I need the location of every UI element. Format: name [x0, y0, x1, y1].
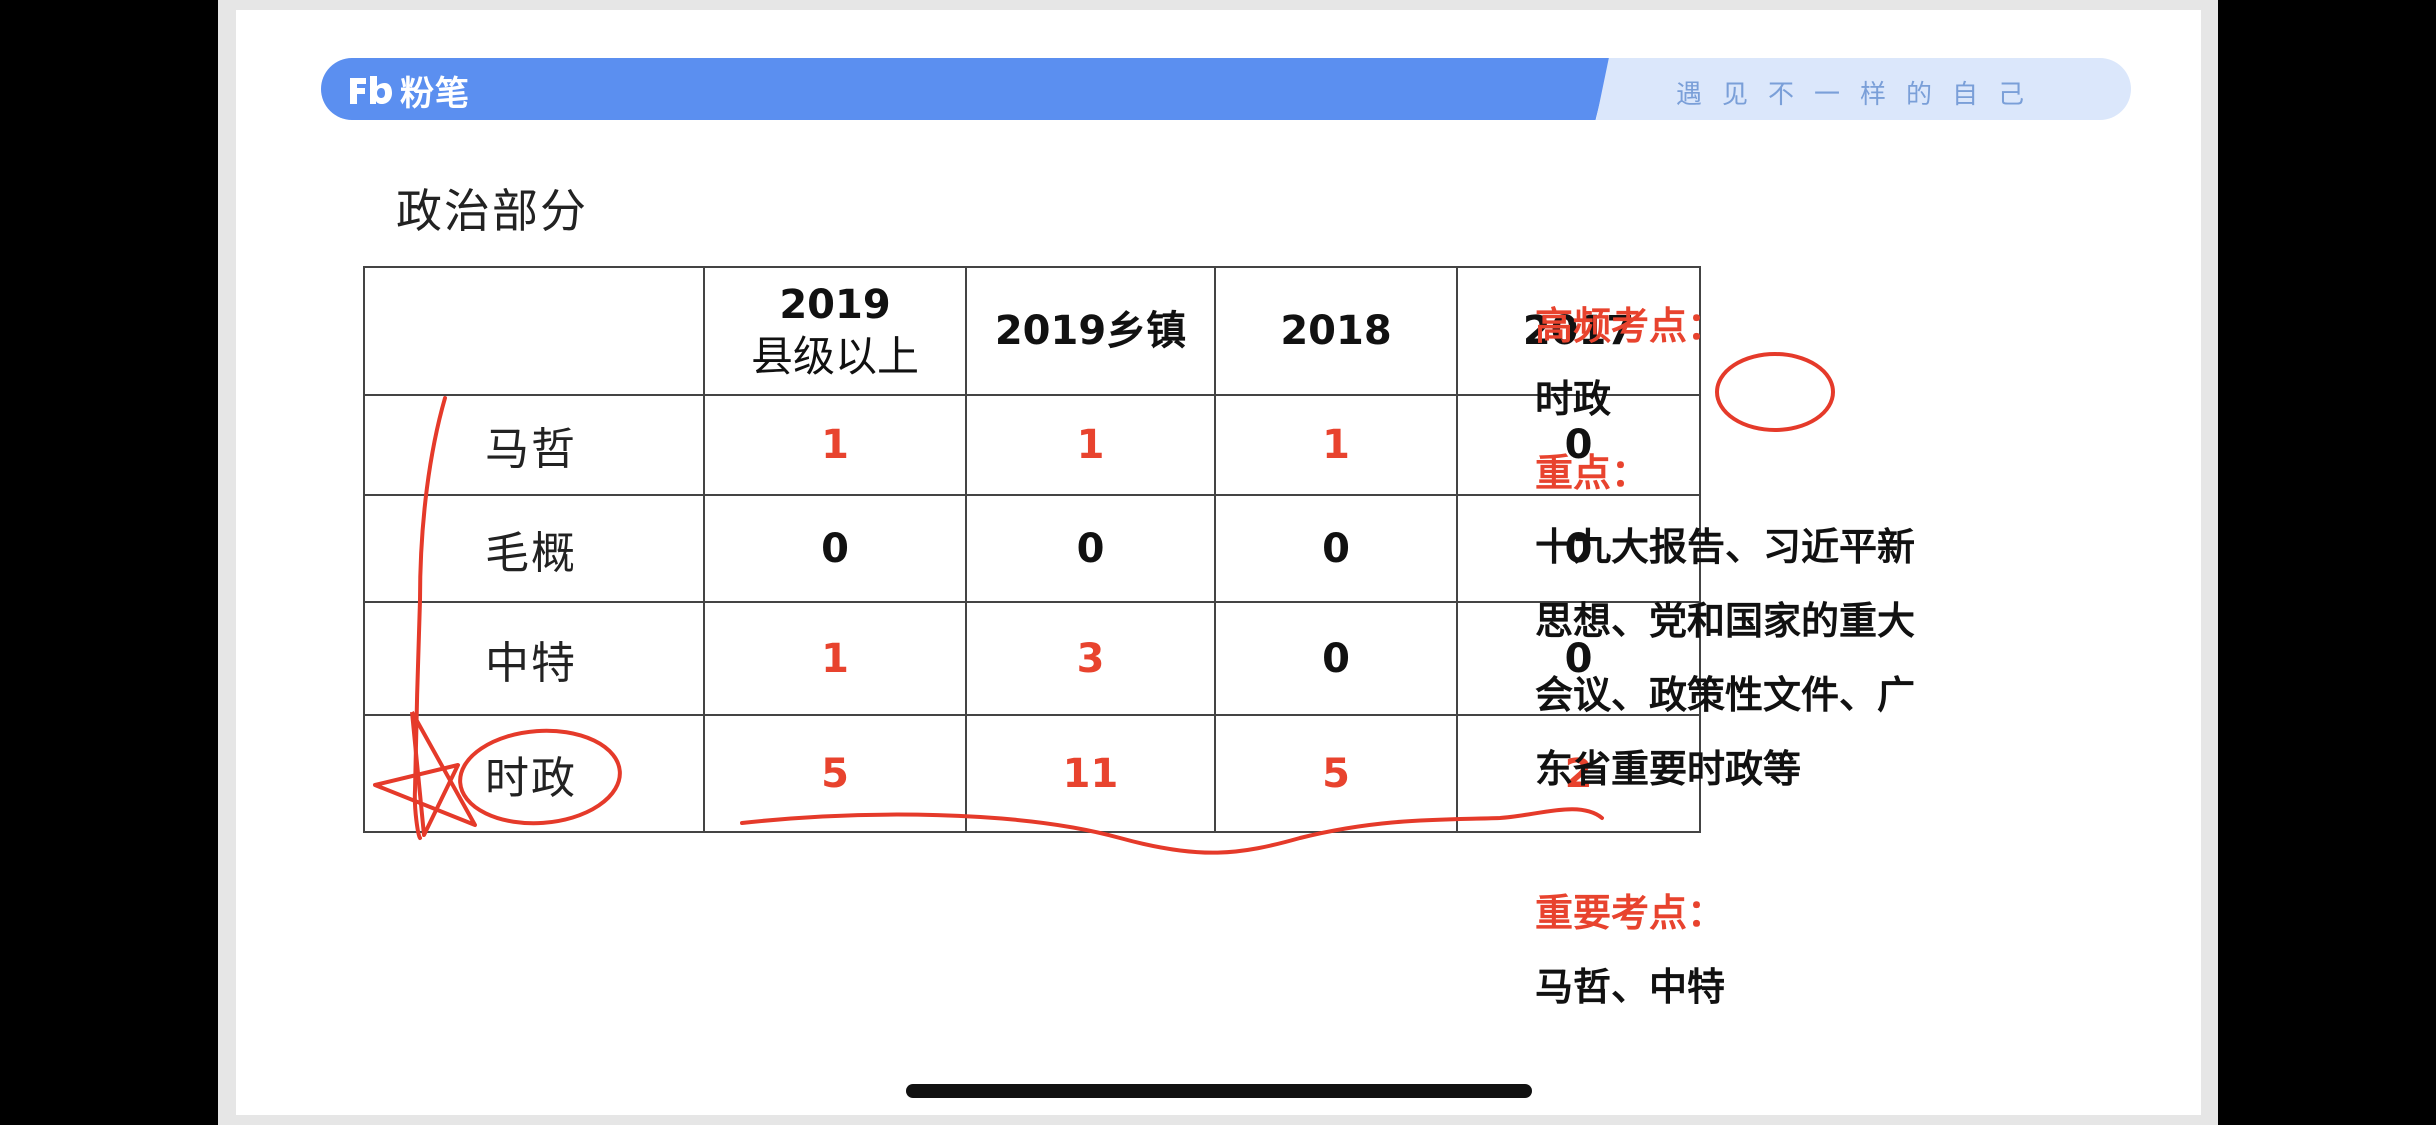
- table-row: 毛概 0 0 0 0: [363, 494, 1701, 603]
- table-row: 马哲 1 1 1 0: [363, 394, 1701, 496]
- score-table: 2019 县级以上 2019乡镇 2018 2017 马哲 1 1 1 0 毛概…: [363, 266, 1701, 833]
- header-corner-cell: [363, 266, 705, 396]
- table-row: 中特 1 3 0 0: [363, 601, 1701, 716]
- row-label: 时政: [363, 714, 705, 833]
- header-sub: 县级以上: [750, 332, 919, 381]
- key-points-line: 东省重要时政等: [1535, 747, 1802, 791]
- high-frequency-title: 高频考点：: [1535, 304, 1726, 348]
- table-cell: 0: [703, 494, 967, 603]
- important-points-body: 马哲、中特: [1535, 965, 1726, 1009]
- header-year: 2019: [779, 282, 891, 328]
- table-cell: 1: [1214, 394, 1458, 496]
- table-row: 时政 5 11 5 2: [363, 714, 1701, 833]
- table-cell: 0: [1214, 601, 1458, 716]
- header-2019-township: 2019乡镇: [965, 266, 1216, 396]
- row-label: 中特: [363, 601, 705, 716]
- table-cell: 3: [965, 601, 1216, 716]
- table-cell: 0: [1214, 494, 1458, 603]
- key-points-line: 思想、党和国家的重大: [1535, 599, 1916, 643]
- table-cell: 0: [965, 494, 1216, 603]
- logo-text: 粉笔: [400, 73, 470, 114]
- table-cell: 1: [703, 601, 967, 716]
- table-cell: 11: [965, 714, 1216, 833]
- slogan-text: 遇见不一样的自己: [1676, 80, 2045, 110]
- table-cell: 5: [703, 714, 967, 833]
- key-points-line: 会议、政策性文件、广: [1535, 673, 1916, 717]
- key-points-line: 十九大报告、习近平新: [1535, 525, 1916, 569]
- header-banner: [321, 58, 1611, 120]
- slide-frame: 粉笔 遇见不一样的自己 政治部分 2019 县级以上 2019乡镇 2018 2…: [218, 0, 2218, 1125]
- table-header-row: 2019 县级以上 2019乡镇 2018 2017: [363, 266, 1701, 396]
- table-cell: 1: [703, 394, 967, 496]
- important-points-title: 重要考点：: [1535, 891, 1726, 935]
- high-frequency-body: 时政: [1535, 377, 1612, 421]
- row-label: 毛概: [363, 494, 705, 603]
- header-2018: 2018: [1214, 266, 1458, 396]
- row-label: 马哲: [363, 394, 705, 496]
- home-indicator[interactable]: [906, 1084, 1532, 1098]
- table-cell: 1: [965, 394, 1216, 496]
- fb-logo-icon: [350, 76, 392, 104]
- key-points-title: 重点：: [1535, 451, 1650, 495]
- table-cell: 5: [1214, 714, 1458, 833]
- page-title: 政治部分: [396, 184, 588, 238]
- fenbi-logo: 粉笔: [346, 70, 470, 114]
- header-2019-county: 2019 县级以上: [703, 266, 967, 396]
